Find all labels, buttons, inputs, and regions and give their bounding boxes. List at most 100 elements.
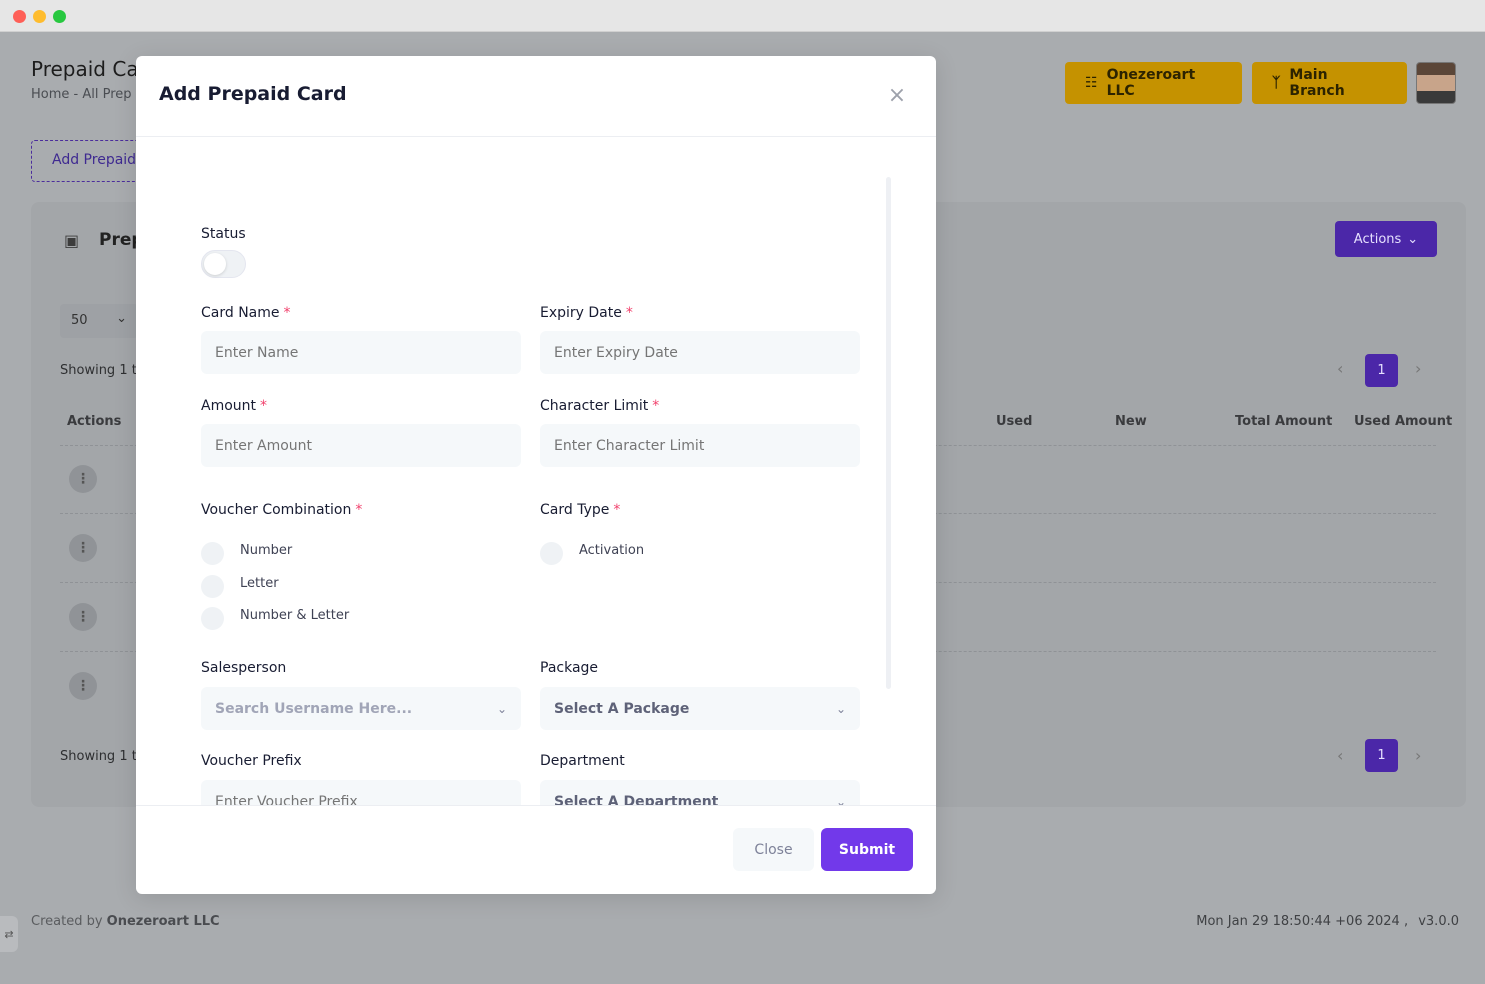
branch-button[interactable]: ᛉ Main Branch <box>1252 62 1407 104</box>
radio-number-letter-label: Number & Letter <box>240 608 350 623</box>
pager-page-1[interactable]: 1 <box>1365 739 1398 772</box>
row-menu-icon[interactable]: ⋮ <box>69 465 97 493</box>
salesperson-placeholder: Search Username Here... <box>215 700 413 717</box>
col-header-total-amount: Total Amount <box>1235 414 1333 429</box>
expiry-date-input[interactable] <box>540 331 860 374</box>
footer-info: Mon Jan 29 18:50:44 +06 2024 , v3.0.0 <box>1196 914 1459 929</box>
salesperson-label: Salesperson <box>201 660 287 676</box>
card-icon: ▣ <box>64 231 80 250</box>
modal-header: Add Prepaid Card × <box>136 56 936 137</box>
amount-label-text: Amount <box>201 398 257 414</box>
department-label: Department <box>540 753 625 769</box>
row-menu-icon[interactable]: ⋮ <box>69 672 97 700</box>
package-value: Select A Package <box>554 700 690 717</box>
page-title: Prepaid Ca <box>31 57 139 81</box>
organization-label: Onezeroart LLC <box>1106 67 1196 99</box>
footer-created-by: Created by <box>31 914 103 929</box>
add-prepaid-card-modal: Add Prepaid Card × Status Card Name* Exp… <box>136 56 936 894</box>
amount-input[interactable] <box>201 424 521 467</box>
expiry-date-label-text: Expiry Date <box>540 305 622 321</box>
branch-icon: ᛉ <box>1272 75 1281 91</box>
voucher-combination-label-text: Voucher Combination <box>201 502 352 518</box>
department-value: Select A Department <box>554 793 719 806</box>
chevron-down-icon: ⌄ <box>116 311 127 326</box>
modal-footer: Close Submit <box>136 805 936 894</box>
radio-letter[interactable] <box>201 575 224 598</box>
radio-activation[interactable] <box>540 542 563 565</box>
col-header-used-amount: Used Amount <box>1354 414 1453 429</box>
breadcrumb: Home - All Prep <box>31 87 132 102</box>
department-select[interactable]: Select A Department ⌄ <box>540 780 860 805</box>
required-mark: * <box>613 502 621 518</box>
package-label: Package <box>540 660 599 676</box>
status-label: Status <box>201 226 246 242</box>
chevron-down-icon: ⌄ <box>1407 231 1419 247</box>
per-page-value: 50 <box>71 313 88 328</box>
radio-number-label: Number <box>240 543 293 558</box>
card-name-label-text: Card Name <box>201 305 280 321</box>
pager-prev-icon[interactable]: ‹ <box>1337 359 1343 378</box>
actions-label: Actions <box>1353 231 1402 247</box>
card-type-label-text: Card Type <box>540 502 610 518</box>
footer-credit: Created by Onezeroart LLC <box>31 914 220 929</box>
chevron-down-icon: ⌄ <box>496 701 507 716</box>
radio-number[interactable] <box>201 542 224 565</box>
required-mark: * <box>355 502 363 518</box>
actions-dropdown-button[interactable]: Actions ⌄ <box>1335 221 1437 257</box>
close-button[interactable]: Close <box>733 828 814 871</box>
organization-button[interactable]: ☷ Onezeroart LLC <box>1065 62 1242 104</box>
branch-label: Main Branch <box>1289 67 1345 99</box>
col-header-new: New <box>1115 414 1147 429</box>
required-mark: * <box>652 398 660 414</box>
col-header-actions: Actions <box>67 414 122 429</box>
toggle-knob <box>204 253 226 275</box>
radio-number-letter[interactable] <box>201 607 224 630</box>
row-menu-icon[interactable]: ⋮ <box>69 603 97 631</box>
voucher-prefix-label: Voucher Prefix <box>201 753 302 769</box>
close-window-icon[interactable] <box>13 10 26 23</box>
per-page-select[interactable]: 50 ⌄ <box>60 304 138 338</box>
required-mark: * <box>260 398 268 414</box>
required-mark: * <box>283 305 291 321</box>
submit-button[interactable]: Submit <box>821 828 913 871</box>
close-icon[interactable]: × <box>885 84 909 108</box>
showing-count-bottom: Showing 1 t <box>60 749 137 764</box>
avatar[interactable] <box>1416 62 1456 104</box>
amount-label: Amount * <box>201 398 267 414</box>
status-toggle[interactable] <box>201 250 246 278</box>
chevron-down-icon: ⌄ <box>835 794 846 806</box>
radio-activation-label: Activation <box>579 543 645 558</box>
sitemap-icon: ☷ <box>1085 75 1098 91</box>
expiry-date-label: Expiry Date * <box>540 305 633 321</box>
pager-page-1[interactable]: 1 <box>1365 354 1398 387</box>
chevron-down-icon: ⌄ <box>835 701 846 716</box>
maximize-window-icon[interactable] <box>53 10 66 23</box>
card-type-label: Card Type * <box>540 502 620 518</box>
salesperson-select[interactable]: Search Username Here... ⌄ <box>201 687 521 730</box>
voucher-combination-label: Voucher Combination * <box>201 502 362 518</box>
card-name-input[interactable] <box>201 331 521 374</box>
sidebar-toggle-icon[interactable]: ⇄ <box>0 916 18 952</box>
pager-prev-icon[interactable]: ‹ <box>1337 746 1343 765</box>
character-limit-input[interactable] <box>540 424 860 467</box>
row-menu-icon[interactable]: ⋮ <box>69 534 97 562</box>
pager-next-icon[interactable]: › <box>1415 746 1421 765</box>
minimize-window-icon[interactable] <box>33 10 46 23</box>
package-select[interactable]: Select A Package ⌄ <box>540 687 860 730</box>
required-mark: * <box>625 305 633 321</box>
character-limit-label: Character Limit * <box>540 398 659 414</box>
col-header-used: Used <box>996 414 1033 429</box>
card-name-label: Card Name * <box>201 305 291 321</box>
window-titlebar <box>0 0 1485 32</box>
modal-body: Status Card Name* Expiry Date* Amount* C… <box>136 137 936 805</box>
footer-version: v3.0.0 <box>1418 914 1459 929</box>
character-limit-label-text: Character Limit <box>540 398 649 414</box>
modal-title: Add Prepaid Card <box>159 83 347 105</box>
radio-letter-label: Letter <box>240 576 279 591</box>
pager-next-icon[interactable]: › <box>1415 359 1421 378</box>
modal-scrollbar[interactable] <box>886 177 891 689</box>
footer-timestamp: Mon Jan 29 18:50:44 +06 2024 , <box>1196 914 1409 929</box>
footer-company-link[interactable]: Onezeroart LLC <box>107 914 220 929</box>
voucher-prefix-input[interactable] <box>201 780 521 805</box>
showing-count-top: Showing 1 t <box>60 363 137 378</box>
